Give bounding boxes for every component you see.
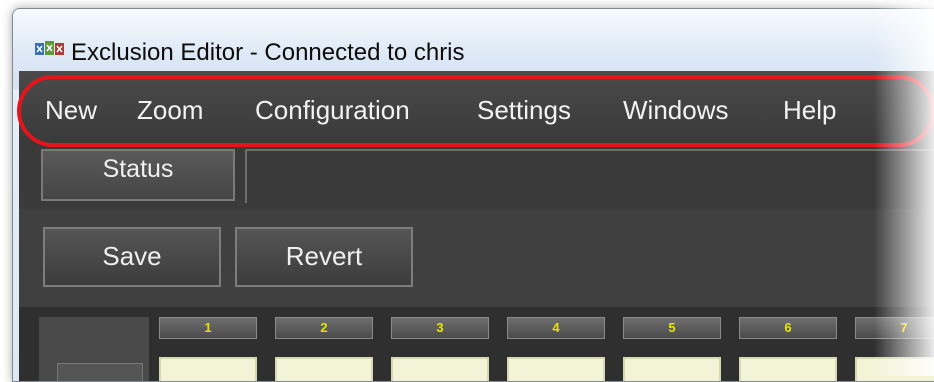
column-header-3[interactable]: 3: [391, 317, 489, 339]
column-header-6[interactable]: 6: [739, 317, 837, 339]
menu-bar: New Zoom Configuration Settings Windows …: [19, 71, 934, 143]
action-toolbar: Save Revert: [19, 209, 934, 307]
tab-row: Status: [19, 143, 934, 210]
grid-cell[interactable]: [739, 357, 837, 381]
menu-windows[interactable]: Windows: [623, 95, 728, 126]
grid-cell[interactable]: [855, 357, 934, 381]
window-title: Exclusion Editor - Connected to chris: [71, 39, 465, 66]
grid-cell[interactable]: [507, 357, 605, 381]
app-icon: [35, 41, 64, 55]
menu-configuration[interactable]: Configuration: [255, 95, 410, 126]
app-window: Exclusion Editor - Connected to chris Ne…: [12, 8, 934, 382]
column-header-2[interactable]: 2: [275, 317, 373, 339]
column-header-5[interactable]: 5: [623, 317, 721, 339]
save-button[interactable]: Save: [43, 227, 221, 287]
menu-help[interactable]: Help: [783, 95, 836, 126]
row-header[interactable]: [57, 363, 143, 381]
column-header-7[interactable]: 7: [855, 317, 934, 339]
menu-zoom[interactable]: Zoom: [137, 95, 203, 126]
client-area: New Zoom Configuration Settings Windows …: [17, 71, 934, 381]
column-header-1[interactable]: 1: [159, 317, 257, 339]
tab-strip-divider: [245, 149, 934, 203]
column-header-4[interactable]: 4: [507, 317, 605, 339]
grid-cell[interactable]: [159, 357, 257, 381]
exclusion-grid: 1 2 3 4 5 6 7: [19, 307, 934, 381]
menu-settings[interactable]: Settings: [477, 95, 571, 126]
grid-cell[interactable]: [623, 357, 721, 381]
grid-cell[interactable]: [275, 357, 373, 381]
tab-status[interactable]: Status: [41, 149, 235, 201]
grid-cell[interactable]: [391, 357, 489, 381]
menu-new[interactable]: New: [45, 95, 97, 126]
revert-button[interactable]: Revert: [235, 227, 413, 287]
